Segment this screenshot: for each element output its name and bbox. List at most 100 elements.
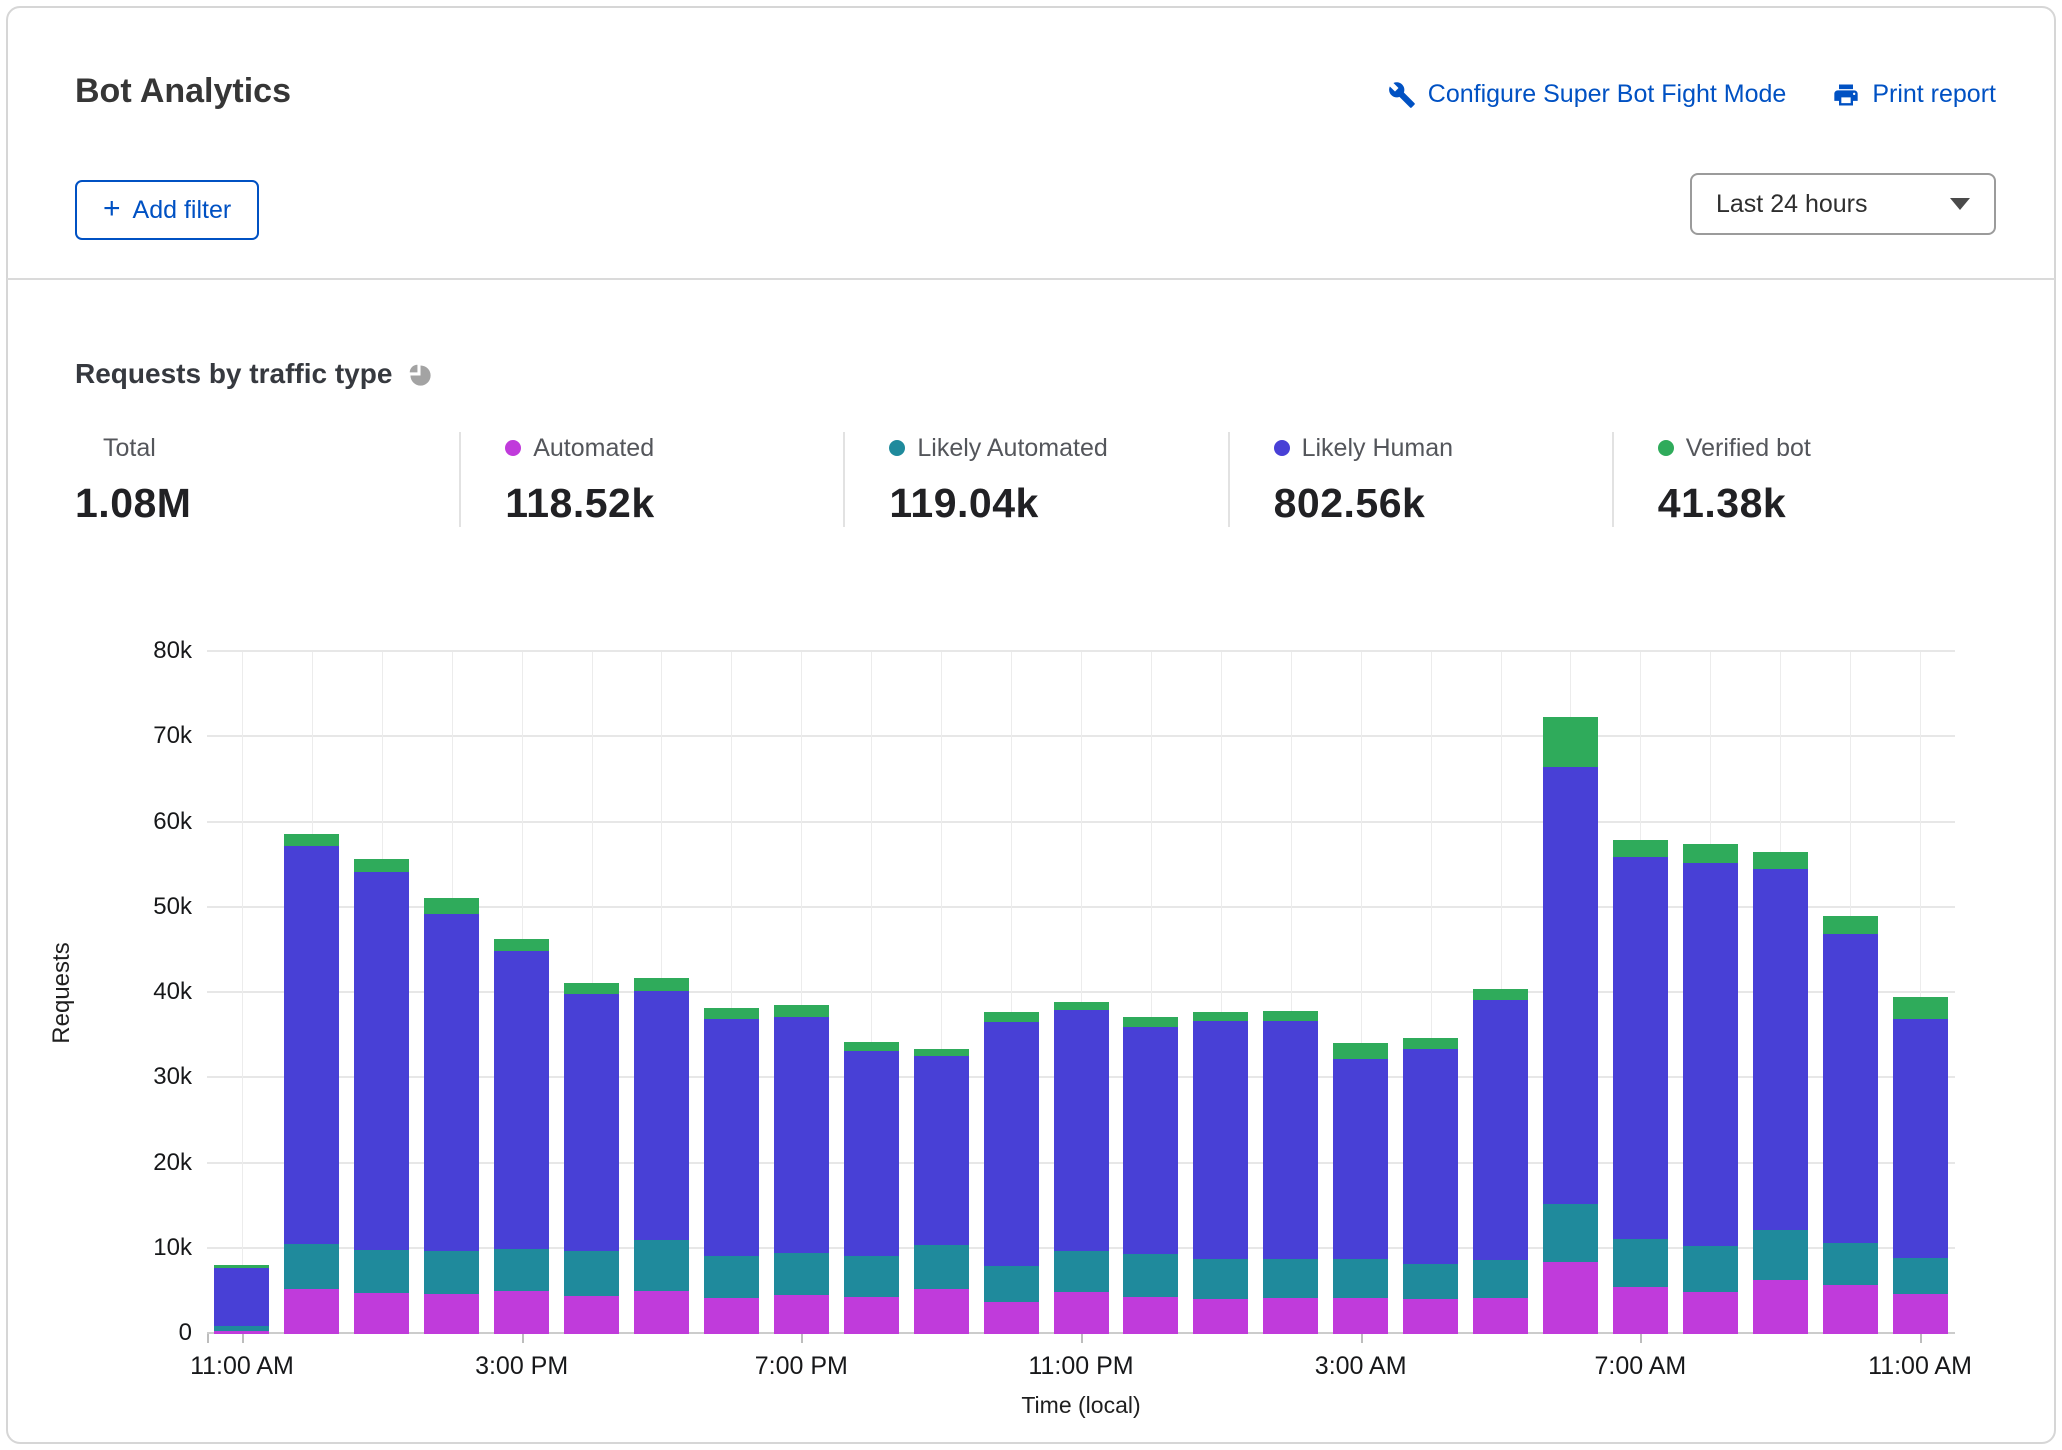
bar-segment-likely-human[interactable] (1893, 1019, 1948, 1259)
stacked-bar[interactable] (704, 1008, 759, 1334)
bar-segment-likely-automated[interactable] (1753, 1230, 1808, 1280)
bar-segment-verified-bot[interactable] (564, 983, 619, 994)
stacked-bar[interactable] (214, 1265, 269, 1334)
bar-segment-likely-human[interactable] (914, 1056, 969, 1245)
stacked-bar[interactable] (1893, 997, 1948, 1334)
bar-segment-verified-bot[interactable] (1613, 840, 1668, 858)
bar-segment-automated[interactable] (1123, 1297, 1178, 1334)
bar-segment-likely-human[interactable] (704, 1019, 759, 1256)
bar-segment-verified-bot[interactable] (1823, 916, 1878, 934)
bar-segment-automated[interactable] (1193, 1299, 1248, 1334)
bar-segment-automated[interactable] (1473, 1298, 1528, 1334)
stacked-bar[interactable] (1753, 852, 1808, 1334)
bar-segment-automated[interactable] (984, 1302, 1039, 1334)
bar-segment-likely-automated[interactable] (1333, 1259, 1388, 1298)
bar-segment-verified-bot[interactable] (1123, 1017, 1178, 1027)
bar-segment-verified-bot[interactable] (844, 1042, 899, 1051)
bar-segment-likely-automated[interactable] (1054, 1251, 1109, 1292)
bar-segment-verified-bot[interactable] (1263, 1011, 1318, 1021)
bar-segment-likely-automated[interactable] (1473, 1260, 1528, 1298)
bar-segment-likely-automated[interactable] (1263, 1259, 1318, 1298)
bar-segment-likely-human[interactable] (1683, 863, 1738, 1247)
bar-segment-verified-bot[interactable] (354, 859, 409, 872)
bar-segment-automated[interactable] (1543, 1262, 1598, 1334)
bar-segment-likely-human[interactable] (1263, 1021, 1318, 1259)
bar-segment-likely-human[interactable] (424, 914, 479, 1252)
bar-segment-verified-bot[interactable] (704, 1008, 759, 1020)
stacked-bar[interactable] (1823, 916, 1878, 1334)
bar-segment-likely-automated[interactable] (284, 1244, 339, 1289)
bar-segment-automated[interactable] (424, 1294, 479, 1334)
bar-segment-likely-human[interactable] (774, 1017, 829, 1253)
bar-segment-likely-human[interactable] (1193, 1021, 1248, 1259)
bar-segment-verified-bot[interactable] (1403, 1038, 1458, 1049)
stacked-bar[interactable] (1193, 1012, 1248, 1334)
bar-segment-automated[interactable] (494, 1291, 549, 1334)
bar-segment-verified-bot[interactable] (494, 939, 549, 951)
bar-segment-verified-bot[interactable] (284, 834, 339, 846)
stacked-bar[interactable] (914, 1049, 969, 1334)
stacked-bar[interactable] (774, 1005, 829, 1334)
time-range-dropdown[interactable]: Last 24 hours (1690, 173, 1996, 235)
bar-segment-automated[interactable] (704, 1298, 759, 1334)
bar-segment-likely-automated[interactable] (1613, 1239, 1668, 1288)
stacked-bar[interactable] (1473, 989, 1528, 1334)
bar-segment-likely-automated[interactable] (844, 1256, 899, 1297)
bar-segment-verified-bot[interactable] (1753, 852, 1808, 869)
bar-segment-likely-automated[interactable] (494, 1249, 549, 1292)
bar-segment-likely-human[interactable] (1613, 857, 1668, 1238)
bar-segment-automated[interactable] (774, 1295, 829, 1334)
bar-segment-likely-human[interactable] (1333, 1059, 1388, 1260)
bar-segment-likely-human[interactable] (1123, 1027, 1178, 1254)
bar-segment-verified-bot[interactable] (424, 898, 479, 913)
bar-segment-likely-automated[interactable] (424, 1251, 479, 1294)
bar-segment-likely-automated[interactable] (1543, 1204, 1598, 1262)
bar-segment-verified-bot[interactable] (1683, 844, 1738, 863)
bar-segment-automated[interactable] (1263, 1298, 1318, 1334)
bar-segment-likely-automated[interactable] (1403, 1264, 1458, 1299)
bar-segment-automated[interactable] (564, 1296, 619, 1334)
bar-segment-likely-human[interactable] (494, 951, 549, 1249)
stacked-bar[interactable] (284, 834, 339, 1334)
bar-segment-verified-bot[interactable] (774, 1005, 829, 1017)
bar-segment-verified-bot[interactable] (1193, 1012, 1248, 1021)
bar-segment-likely-human[interactable] (1753, 869, 1808, 1230)
bar-segment-verified-bot[interactable] (984, 1012, 1039, 1022)
bar-segment-likely-automated[interactable] (914, 1245, 969, 1288)
bar-segment-verified-bot[interactable] (1054, 1002, 1109, 1010)
bar-segment-likely-automated[interactable] (1123, 1254, 1178, 1297)
bar-segment-verified-bot[interactable] (634, 978, 689, 992)
bar-segment-likely-human[interactable] (214, 1268, 269, 1327)
bar-segment-automated[interactable] (354, 1293, 409, 1334)
bar-segment-verified-bot[interactable] (1333, 1043, 1388, 1058)
stacked-bar[interactable] (1123, 1017, 1178, 1334)
bar-segment-likely-automated[interactable] (564, 1251, 619, 1295)
bar-segment-likely-automated[interactable] (774, 1253, 829, 1295)
bar-segment-automated[interactable] (1054, 1292, 1109, 1334)
bar-segment-automated[interactable] (1683, 1292, 1738, 1334)
bar-segment-likely-human[interactable] (564, 994, 619, 1251)
bar-segment-automated[interactable] (284, 1289, 339, 1334)
stacked-bar[interactable] (1543, 717, 1598, 1334)
stacked-bar[interactable] (424, 898, 479, 1334)
bar-segment-likely-human[interactable] (354, 872, 409, 1250)
bar-segment-automated[interactable] (1893, 1294, 1948, 1334)
bar-segment-likely-automated[interactable] (354, 1250, 409, 1293)
bar-segment-verified-bot[interactable] (1893, 997, 1948, 1018)
bar-segment-likely-automated[interactable] (1823, 1243, 1878, 1286)
bar-segment-likely-human[interactable] (1823, 934, 1878, 1243)
bar-segment-automated[interactable] (1403, 1299, 1458, 1334)
bar-segment-verified-bot[interactable] (914, 1049, 969, 1056)
bar-segment-automated[interactable] (914, 1289, 969, 1334)
bar-segment-likely-human[interactable] (1403, 1049, 1458, 1264)
bar-segment-automated[interactable] (844, 1297, 899, 1335)
stacked-bar[interactable] (494, 939, 549, 1334)
bar-segment-likely-human[interactable] (1543, 767, 1598, 1204)
bar-segment-automated[interactable] (1823, 1285, 1878, 1334)
bar-segment-likely-human[interactable] (1054, 1010, 1109, 1251)
bar-segment-verified-bot[interactable] (1473, 989, 1528, 1000)
stacked-bar[interactable] (1333, 1043, 1388, 1334)
add-filter-button[interactable]: + Add filter (75, 180, 259, 240)
bar-segment-likely-automated[interactable] (634, 1240, 689, 1291)
bar-segment-likely-human[interactable] (984, 1022, 1039, 1266)
